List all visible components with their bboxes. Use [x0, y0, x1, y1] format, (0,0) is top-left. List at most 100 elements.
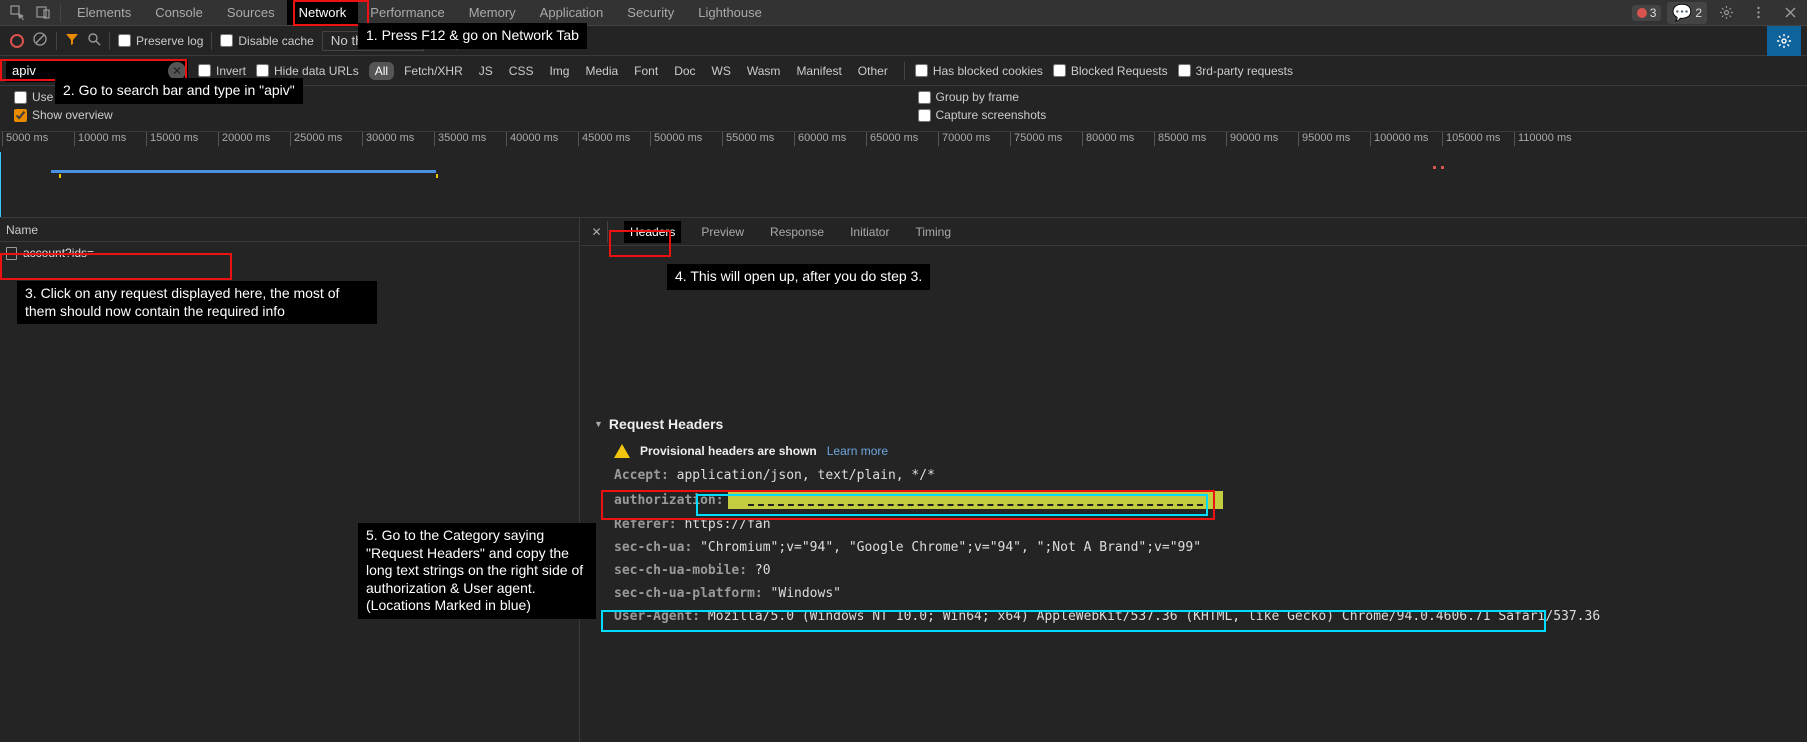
timeline-tick: 90000 ms: [1226, 132, 1298, 146]
main-tab-sources[interactable]: Sources: [215, 0, 287, 25]
timeline-tick: 55000 ms: [722, 132, 794, 146]
timeline-marker: [1441, 166, 1444, 169]
detail-tab-preview[interactable]: Preview: [695, 221, 750, 243]
main-tab-network[interactable]: Network: [287, 0, 359, 25]
errors-badge[interactable]: 3: [1632, 5, 1662, 21]
main-tab-memory[interactable]: Memory: [457, 0, 528, 25]
preserve-log-checkbox[interactable]: Preserve log: [118, 34, 203, 48]
device-toggle-icon[interactable]: [30, 0, 56, 26]
type-filter-manifest[interactable]: Manifest: [790, 62, 847, 80]
timeline-tick: 80000 ms: [1082, 132, 1154, 146]
timeline-tick: 20000 ms: [218, 132, 290, 146]
main-tab-application[interactable]: Application: [528, 0, 616, 25]
timeline-tick: 5000 ms: [2, 132, 74, 146]
name-column-header[interactable]: Name: [0, 218, 579, 242]
main-tab-console[interactable]: Console: [143, 0, 215, 25]
timeline-tick: 75000 ms: [1010, 132, 1082, 146]
header-sec-ch-ua: sec-ch-ua: "Chromium";v="94", "Google Ch…: [614, 540, 1793, 555]
type-filter-wasm[interactable]: Wasm: [741, 62, 787, 80]
devtools-topbar: ElementsConsoleSourcesNetworkPerformance…: [0, 0, 1807, 26]
filter-input-wrap: ✕: [6, 60, 188, 82]
authorization-value-redacted: [728, 491, 1223, 509]
header-sec-ch-ua-platform: sec-ch-ua-platform: "Windows": [614, 586, 1793, 601]
main-tab-lighthouse[interactable]: Lighthouse: [686, 0, 774, 25]
blocked-cookies-checkbox[interactable]: Has blocked cookies: [915, 64, 1043, 78]
request-row[interactable]: account?ids=: [0, 242, 579, 264]
timeline-overview[interactable]: 5000 ms10000 ms15000 ms20000 ms25000 ms3…: [0, 132, 1807, 218]
search-icon[interactable]: [87, 32, 101, 49]
header-sec-ch-ua-mobile: sec-ch-ua-mobile: ?0: [614, 563, 1793, 578]
timeline-tick: 65000 ms: [866, 132, 938, 146]
main-tab-elements[interactable]: Elements: [65, 0, 143, 25]
detail-tab-timing[interactable]: Timing: [909, 221, 957, 243]
inspect-icon[interactable]: [4, 0, 30, 26]
document-icon: [6, 247, 17, 260]
type-filter-other[interactable]: Other: [852, 62, 894, 80]
learn-more-link[interactable]: Learn more: [827, 444, 888, 458]
timeline-tick: 10000 ms: [74, 132, 146, 146]
chat-icon: 💬: [1672, 3, 1692, 23]
timeline-bar: [51, 170, 436, 173]
clear-filter-icon[interactable]: ✕: [168, 62, 186, 80]
warning-icon: [614, 444, 630, 458]
timeline-tick: 110000 ms: [1514, 132, 1586, 146]
timeline-tick: 25000 ms: [290, 132, 362, 146]
show-overview-checkbox[interactable]: Show overview: [14, 108, 890, 122]
group-by-frame-checkbox[interactable]: Group by frame: [918, 90, 1794, 104]
detail-tab-headers[interactable]: Headers: [624, 221, 681, 243]
timeline-marker: [1433, 166, 1436, 169]
header-authorization: authorization:: [614, 491, 1793, 509]
type-filter-fetchxhr[interactable]: Fetch/XHR: [398, 62, 469, 80]
network-settings-button[interactable]: [1767, 26, 1801, 56]
timeline-tick: 105000 ms: [1442, 132, 1514, 146]
close-devtools-icon[interactable]: [1777, 0, 1803, 26]
disable-cache-checkbox[interactable]: Disable cache: [220, 34, 313, 48]
type-filter-font[interactable]: Font: [628, 62, 664, 80]
record-button[interactable]: [10, 34, 24, 48]
timeline-tick: 85000 ms: [1154, 132, 1226, 146]
kebab-icon[interactable]: [1745, 0, 1771, 26]
timeline-tick: 30000 ms: [362, 132, 434, 146]
timeline-marker: [436, 174, 438, 178]
type-filter-css[interactable]: CSS: [503, 62, 540, 80]
invert-checkbox[interactable]: Invert: [198, 64, 246, 78]
type-filter-ws[interactable]: WS: [706, 62, 737, 80]
header-user-agent: User-Agent: Mozilla/5.0 (Windows NT 10.0…: [614, 609, 1793, 624]
export-har-icon[interactable]: [465, 32, 479, 49]
request-detail-panel: ✕ HeadersPreviewResponseInitiatorTiming …: [580, 218, 1807, 742]
type-filter-media[interactable]: Media: [579, 62, 624, 80]
throttling-select[interactable]: No throttling: [322, 31, 424, 51]
filter-input[interactable]: [6, 60, 188, 82]
timeline-tick: 35000 ms: [434, 132, 506, 146]
request-headers-section-title[interactable]: Request Headers: [594, 416, 1793, 432]
type-filter-img[interactable]: Img: [543, 62, 575, 80]
type-filter-doc[interactable]: Doc: [668, 62, 701, 80]
large-rows-checkbox[interactable]: Use large request rows: [14, 90, 890, 104]
blocked-requests-checkbox[interactable]: Blocked Requests: [1053, 64, 1168, 78]
filter-icon[interactable]: [65, 32, 79, 49]
issues-badge[interactable]: 💬2: [1667, 2, 1707, 24]
close-detail-icon[interactable]: ✕: [586, 221, 608, 243]
third-party-checkbox[interactable]: 3rd-party requests: [1178, 64, 1293, 78]
detail-tab-response[interactable]: Response: [764, 221, 830, 243]
hide-data-urls-checkbox[interactable]: Hide data URLs: [256, 64, 359, 78]
main-tab-performance[interactable]: Performance: [358, 0, 456, 25]
type-filter-js[interactable]: JS: [473, 62, 499, 80]
type-filter-all[interactable]: All: [369, 62, 394, 80]
clear-icon[interactable]: [32, 31, 48, 50]
request-name: account?ids=: [23, 246, 94, 260]
detail-tab-initiator[interactable]: Initiator: [844, 221, 895, 243]
settings-icon[interactable]: [1713, 0, 1739, 26]
timeline-tick: 60000 ms: [794, 132, 866, 146]
header-referer: Referer: https://fan: [614, 517, 1793, 532]
network-conditions-icon[interactable]: [432, 31, 448, 50]
main-tab-security[interactable]: Security: [615, 0, 686, 25]
options-row: Use large request rows Show overview Gro…: [0, 86, 1807, 132]
timeline-tick: 50000 ms: [650, 132, 722, 146]
header-accept: Accept: application/json, text/plain, */…: [614, 468, 1793, 483]
timeline-tick: 70000 ms: [938, 132, 1010, 146]
capture-screenshots-checkbox[interactable]: Capture screenshots: [918, 108, 1794, 122]
import-har-icon[interactable]: [487, 32, 501, 49]
timeline-tick: 40000 ms: [506, 132, 578, 146]
timeline-tick: 95000 ms: [1298, 132, 1370, 146]
